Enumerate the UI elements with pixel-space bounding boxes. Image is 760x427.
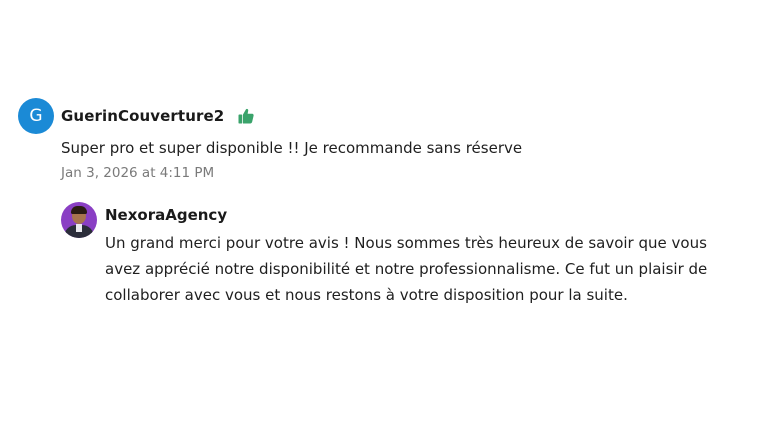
review-text: Super pro et super disponible !! Je reco…	[61, 139, 523, 157]
reply-avatar[interactable]	[61, 202, 97, 238]
review-date: Jan 3, 2026 at 4:11 PM	[61, 165, 215, 181]
avatar-collar	[76, 224, 82, 232]
reply-text-line: avez apprécié notre disponibilité et not…	[105, 260, 708, 278]
thumbs-up-icon	[236, 106, 256, 126]
avatar-hair	[71, 206, 87, 214]
review-header: G GuerinCouverture2	[18, 98, 748, 134]
reply-author[interactable]: NexoraAgency	[105, 204, 755, 226]
reply-text: Un grand merci pour votre avis ! Nous so…	[105, 230, 755, 308]
review-author[interactable]: GuerinCouverture2	[61, 107, 224, 125]
reply-text-line: collaborer avec vous et nous restons à v…	[105, 286, 628, 304]
avatar[interactable]: G	[18, 98, 54, 134]
reply-text-line: Un grand merci pour votre avis ! Nous so…	[105, 234, 707, 252]
reply: NexoraAgency Un grand merci pour votre a…	[61, 202, 741, 308]
reply-body: NexoraAgency Un grand merci pour votre a…	[105, 204, 755, 308]
review: G GuerinCouverture2 Super pro et super d…	[18, 98, 748, 181]
